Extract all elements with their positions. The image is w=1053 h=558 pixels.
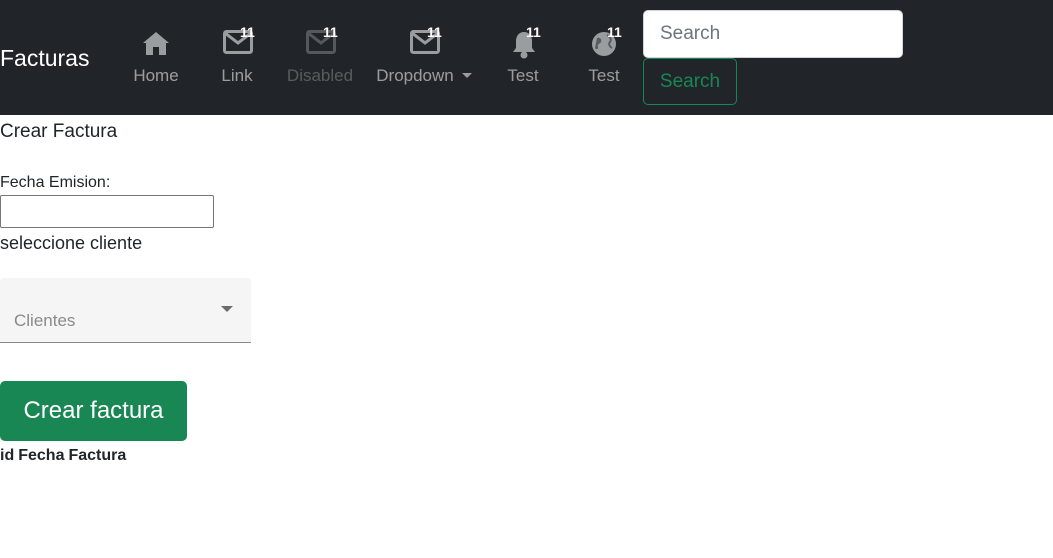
search-button[interactable]: Search xyxy=(643,58,737,105)
nav-item-label: Home xyxy=(133,66,179,85)
nav-item-link[interactable]: 11 Link xyxy=(218,24,256,96)
notification-badge: 11 xyxy=(526,24,541,40)
clientes-select[interactable]: Clientes xyxy=(0,278,251,343)
nav-item-dropdown[interactable]: 11 Dropdown xyxy=(373,24,475,96)
table-header-fecha: Fecha xyxy=(18,447,65,464)
nav-item-label: Dropdown xyxy=(373,66,475,86)
table-header-row: id Fecha Factura xyxy=(0,446,130,466)
bell-icon: 11 xyxy=(506,24,541,60)
envelope-icon: 11 xyxy=(303,24,338,60)
nav-item-label: Test xyxy=(588,66,620,85)
nav-item-disabled: 11 Disabled xyxy=(286,24,354,96)
nav-item-test-globe[interactable]: 11 Test xyxy=(584,24,624,96)
caret-down-icon xyxy=(461,72,472,78)
navbar-brand[interactable]: Facturas xyxy=(0,44,89,72)
envelope-icon: 11 xyxy=(220,24,255,60)
nav-item-label: Test xyxy=(507,66,539,85)
globe-icon: 11 xyxy=(587,24,622,60)
envelope-icon: 11 xyxy=(407,24,442,60)
crear-factura-button[interactable]: Crear factura xyxy=(0,381,187,441)
search-input[interactable] xyxy=(643,10,903,58)
notification-badge: 11 xyxy=(240,24,255,40)
dropdown-arrow-icon xyxy=(221,306,233,312)
notification-badge: 11 xyxy=(607,24,622,40)
nav-item-label: Disabled xyxy=(286,66,354,85)
fecha-emision-label: Fecha Emision: xyxy=(0,174,111,191)
cliente-label: seleccione cliente xyxy=(0,233,143,253)
notification-badge: 11 xyxy=(427,24,442,40)
table-header-factura: Factura xyxy=(68,447,127,464)
home-icon xyxy=(139,26,173,60)
clientes-placeholder: Clientes xyxy=(14,311,76,330)
notification-badge: 11 xyxy=(323,24,338,40)
nav-item-home[interactable]: Home xyxy=(132,26,180,96)
page-title: Crear Factura xyxy=(0,121,118,142)
fecha-emision-input[interactable] xyxy=(0,195,214,228)
dropdown-label: Dropdown xyxy=(376,66,454,85)
navbar: Facturas Home 11 Link 11 Disabled 11 Dro… xyxy=(0,0,1053,115)
nav-item-label: Link xyxy=(221,66,253,85)
nav-item-test-notifications[interactable]: 11 Test xyxy=(503,24,543,96)
table-header-id: id xyxy=(0,447,15,464)
